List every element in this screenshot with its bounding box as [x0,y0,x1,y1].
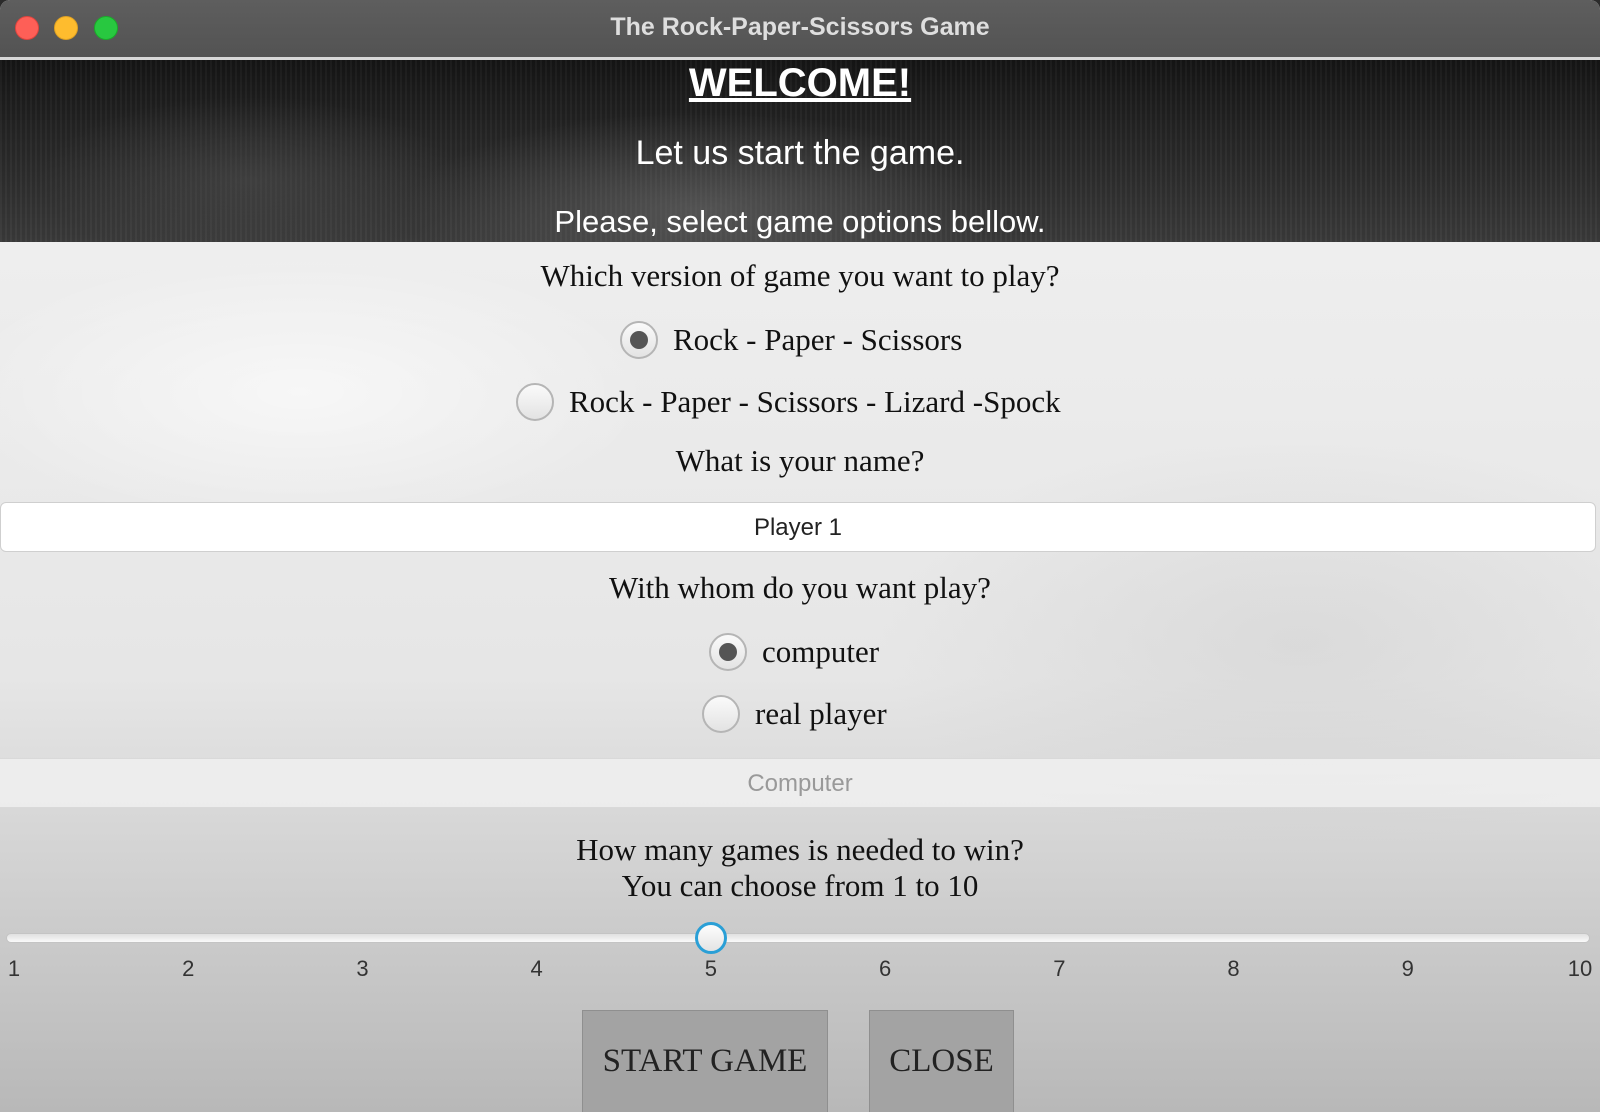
slider-tick-label: 5 [704,956,717,981]
radio-dot-icon [630,331,648,349]
opponent-real-player-label: real player [755,696,887,731]
slider-tick-label: 2 [182,956,195,981]
opponent-question: With whom do you want play? [609,570,991,605]
options-panel [0,242,1600,1112]
version-radio-rps[interactable]: Rock - Paper - Scissors [620,318,962,362]
intro-text: Let us start the game. [635,134,965,172]
slider-tick-label: 1 [7,956,21,981]
window-title: The Rock-Paper-Scissors Game [610,13,990,41]
player-name-input[interactable]: Player 1 [0,502,1596,552]
close-button[interactable]: CLOSE [869,1010,1014,1112]
instruction-text: Please, select game options bellow. [554,204,1046,239]
slider-tick-label: 10 [1567,956,1593,981]
opponent-radio-real-player[interactable]: real player [702,692,887,736]
opponent-radio-computer[interactable]: computer [709,630,879,674]
wins-slider-track[interactable] [6,933,1590,943]
version-question: Which version of game you want to play? [540,258,1060,293]
opponent-name-field: Computer [0,758,1600,808]
radio-button[interactable] [702,695,740,733]
slider-tick-label: 8 [1227,956,1240,981]
wins-question: How many games is needed to win? [576,832,1024,867]
name-question: What is your name? [675,443,925,478]
version-radio-rpsls[interactable]: Rock - Paper - Scissors - Lizard -Spock [516,380,1061,424]
welcome-heading: WELCOME! [688,61,912,105]
slider-tick-label: 3 [356,956,369,981]
slider-tick-label: 9 [1401,956,1414,981]
title-bar: The Rock-Paper-Scissors Game [0,0,1600,58]
opponent-computer-label: computer [762,634,880,669]
radio-button-selected[interactable] [620,321,658,359]
wins-hint: You can choose from 1 to 10 [621,868,979,903]
slider-tick-label: 4 [530,956,543,981]
wins-slider-thumb[interactable] [694,922,727,954]
version-rps-label: Rock - Paper - Scissors [673,322,963,357]
app-window: The Rock-Paper-Scissors Game WELCOME! Le… [0,0,1600,1112]
start-game-button[interactable]: START GAME [582,1010,828,1112]
radio-dot-icon [719,643,737,661]
version-rpsls-label: Rock - Paper - Scissors - Lizard -Spock [569,384,1061,419]
slider-tick-label: 7 [1053,956,1066,981]
radio-button[interactable] [516,383,554,421]
slider-tick-label: 6 [878,956,892,981]
radio-button-selected[interactable] [709,633,747,671]
